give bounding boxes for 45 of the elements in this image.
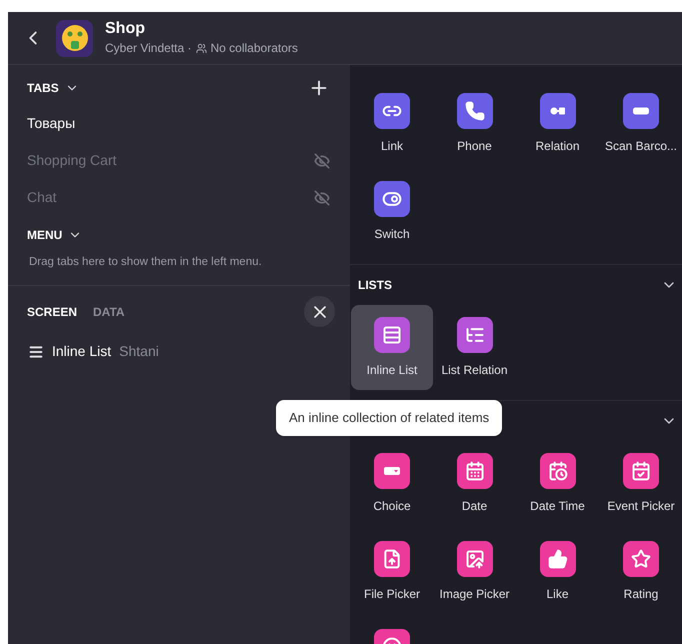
toggle-icon (382, 189, 402, 209)
owner-name: Cyber Vindetta · (105, 40, 192, 57)
section-heading: TABS (27, 80, 59, 97)
calendar-icon (464, 461, 484, 481)
phone-icon (464, 101, 484, 121)
component-item[interactable]: File Picker (351, 529, 433, 614)
star-icon (631, 549, 651, 569)
component-item[interactable]: List Relation (433, 305, 516, 390)
component-item[interactable]: Scan Barco... (599, 81, 682, 166)
component-item[interactable]: Switch (351, 169, 433, 254)
menu-hint: Drag tabs here to show them in the left menu. (28, 255, 263, 270)
component-item[interactable]: Choice (351, 441, 433, 526)
component-item[interactable]: Image Picker (433, 529, 516, 614)
component-item[interactable]: Link (351, 81, 433, 166)
calendar-icon (631, 461, 651, 481)
app-icon[interactable] (56, 20, 93, 56)
close-button[interactable] (304, 296, 335, 328)
component-item[interactable]: Like (516, 529, 599, 614)
tooltip: An inline collection of related items (276, 400, 502, 436)
rows-icon (382, 325, 402, 345)
component-item[interactable]: Inline List (351, 305, 433, 390)
component-item[interactable]: Date (433, 441, 516, 526)
hidden-icon[interactable] (314, 152, 330, 168)
component-item[interactable]: Relation (516, 81, 599, 166)
file-upload-icon (382, 549, 402, 569)
panel-tab[interactable]: DATA (93, 302, 125, 321)
users-icon (196, 42, 206, 54)
component-item[interactable]: Rating (599, 529, 682, 614)
list-icon (28, 344, 44, 360)
list-tree-icon (464, 325, 484, 345)
image-upload-icon (464, 549, 484, 569)
section-heading: MENU (27, 227, 62, 244)
component-item[interactable]: Phone (433, 81, 516, 166)
calendar-clock-icon (548, 461, 568, 481)
collaborators-text: No collaborators (210, 40, 298, 57)
app-title: Shop (105, 19, 146, 39)
component-source: Shtani (119, 342, 159, 362)
hidden-icon[interactable] (314, 190, 330, 206)
component-name: Inline List (52, 342, 112, 362)
thumbs-up-icon (548, 549, 568, 569)
panel-tab[interactable]: SCREEN (27, 302, 78, 321)
tab-item[interactable]: Товары (8, 105, 350, 142)
section-heading: LISTS (358, 277, 392, 294)
component-item[interactable]: Event Picker (599, 441, 682, 526)
component-item[interactable]: Date Time (516, 441, 599, 526)
